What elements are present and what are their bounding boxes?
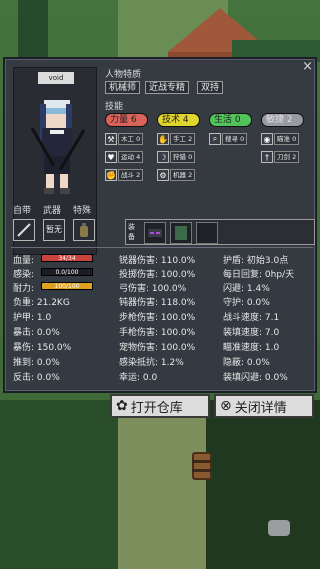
- equip-weapon-label: 武器: [43, 206, 62, 216]
- armor-slot-body[interactable]: [170, 222, 192, 244]
- stat-combat-speed: 战斗速度: 7.1: [223, 313, 280, 323]
- skill-item[interactable]: ◉ 瞄准 0: [261, 133, 300, 145]
- infection-label: 感染:: [13, 270, 35, 280]
- skill-item[interactable]: ✋ 手工 2: [157, 133, 196, 145]
- equip-slot-special[interactable]: [73, 219, 95, 241]
- character-name: void: [38, 72, 74, 84]
- skill-item[interactable]: † 刀剑 2: [261, 151, 300, 163]
- hp-label: 血量:: [13, 256, 35, 266]
- skill-item[interactable]: ♥ 运动 4: [105, 151, 144, 163]
- stat-counter: 反击: 0.0%: [13, 373, 60, 383]
- stat-sharp-damage: 锐器伤害: 110.0%: [119, 256, 196, 266]
- tree: [18, 0, 48, 60]
- fight-icon: ✊: [105, 169, 117, 181]
- trait-tag[interactable]: 双持: [197, 81, 224, 94]
- stamina-bar: 100/100: [41, 282, 93, 290]
- skill-item[interactable]: ⌕ 搜寻 0: [209, 133, 248, 145]
- stats-divider: [11, 247, 313, 248]
- heart-icon: ♥: [105, 151, 117, 163]
- stat-shield: 护盾: 初始3.0点: [223, 256, 289, 266]
- open-storage-label: 打开仓库: [130, 400, 183, 416]
- blade-icon: [17, 223, 31, 237]
- skill-group-life[interactable]: 生活 0: [209, 113, 252, 127]
- close-details-button[interactable]: ⊗ 关闭详情: [214, 394, 314, 418]
- stat-daily-regen: 每日回复: 0hp/天: [223, 270, 295, 280]
- skills-title: 技能: [105, 102, 124, 112]
- armor-label: 装备: [128, 223, 135, 241]
- equip-self-label: 自带: [13, 206, 32, 216]
- equip-special-label: 特殊: [73, 206, 92, 216]
- open-storage-button[interactable]: ✿ 打开仓库: [110, 394, 210, 418]
- skill-group-tech[interactable]: 技术 4: [157, 113, 200, 127]
- skill-item[interactable]: ✊ 战斗 2: [105, 169, 144, 181]
- hp-value: 34/34: [58, 255, 76, 262]
- infection-bar: 0.0/100: [41, 268, 93, 276]
- dark-grass-area: [206, 400, 320, 569]
- stat-reload-speed: 装填速度: 7.0: [223, 328, 280, 338]
- skill-group-strength[interactable]: 力量 6: [105, 113, 148, 127]
- stone: [268, 520, 290, 536]
- equip-slot-self[interactable]: [13, 219, 35, 241]
- trait-tag[interactable]: 近战专精: [145, 81, 190, 94]
- stat-blunt-damage: 钝器伤害: 118.0%: [119, 298, 196, 308]
- hedge-bottom-left: [0, 400, 118, 569]
- close-circle-icon: ⊗: [220, 398, 232, 414]
- stat-luck: 幸运: 0.0: [119, 373, 158, 383]
- helmet-icon: [148, 229, 162, 237]
- stat-bow-damage: 弓伤害: 100.0%: [119, 284, 187, 294]
- stat-load: 负重: 21.2KG: [13, 298, 70, 308]
- storage-icon: ✿: [116, 398, 128, 414]
- stat-stealth: 隐蔽: 0.0%: [223, 358, 270, 368]
- stat-reload-dodge: 装填闪避: 0.0%: [223, 373, 288, 383]
- skill-group-agility[interactable]: 敏捷 2: [261, 113, 304, 127]
- stat-knockback: 推到: 0.0%: [13, 358, 60, 368]
- stat-crit-damage: 暴伤: 150.0%: [13, 343, 72, 353]
- search-icon: ⌕: [209, 133, 221, 145]
- stat-pet-damage: 宠物伤害: 100.0%: [119, 343, 196, 353]
- close-details-label: 关闭详情: [234, 400, 287, 416]
- stamina-value: 100/100: [54, 283, 80, 290]
- bow-icon: ☽: [157, 151, 169, 163]
- grenade-icon: [80, 223, 88, 237]
- armor-slot-head[interactable]: [144, 222, 166, 244]
- stat-guard: 守护: 0.0%: [223, 298, 270, 308]
- shirt-icon: [175, 226, 187, 240]
- hammer-icon: ⚒: [105, 133, 117, 145]
- stat-rifle-damage: 步枪伤害: 100.0%: [119, 313, 196, 323]
- stat-dodge: 闪避: 1.4%: [223, 284, 270, 294]
- barrel[interactable]: [192, 452, 212, 480]
- sword-icon: †: [261, 151, 273, 163]
- eye-icon: ◉: [261, 133, 273, 145]
- skill-item[interactable]: ⚒ 木工 0: [105, 133, 144, 145]
- infection-value: 0.0/100: [55, 269, 79, 276]
- equip-slot-weapon[interactable]: 暂无: [43, 219, 65, 241]
- character-detail-panel: × void 人物特质 机械师 近战专精 双持 技能 力量 6 技术 4 生活 …: [3, 57, 317, 393]
- stat-crit: 暴击: 0.0%: [13, 328, 60, 338]
- trait-tag[interactable]: 机械师: [105, 81, 141, 94]
- stat-armor: 护甲: 1.0: [13, 313, 52, 323]
- hp-bar: 34/34: [41, 254, 93, 262]
- dirt-path: [118, 400, 206, 569]
- stat-infection-resist: 感染抵抗: 1.2%: [119, 358, 184, 368]
- armor-bar: 装备: [125, 219, 315, 245]
- skill-item[interactable]: ☽ 狩猎 0: [157, 151, 196, 163]
- stat-throw-damage: 投掷伤害: 100.0%: [119, 270, 196, 280]
- stat-aim-speed: 瞄准速度: 1.0: [223, 343, 280, 353]
- armor-slot-empty[interactable]: [196, 222, 218, 244]
- traits-title: 人物特质: [105, 70, 142, 80]
- stamina-label: 耐力:: [13, 284, 35, 294]
- gear-icon: ⚙: [157, 169, 169, 181]
- skill-item[interactable]: ⚙ 机器 2: [157, 169, 196, 181]
- character-sprite-icon: [30, 100, 86, 194]
- hand-tool-icon: ✋: [157, 133, 169, 145]
- stat-pistol-damage: 手枪伤害: 100.0%: [119, 328, 196, 338]
- close-icon[interactable]: ×: [302, 60, 313, 73]
